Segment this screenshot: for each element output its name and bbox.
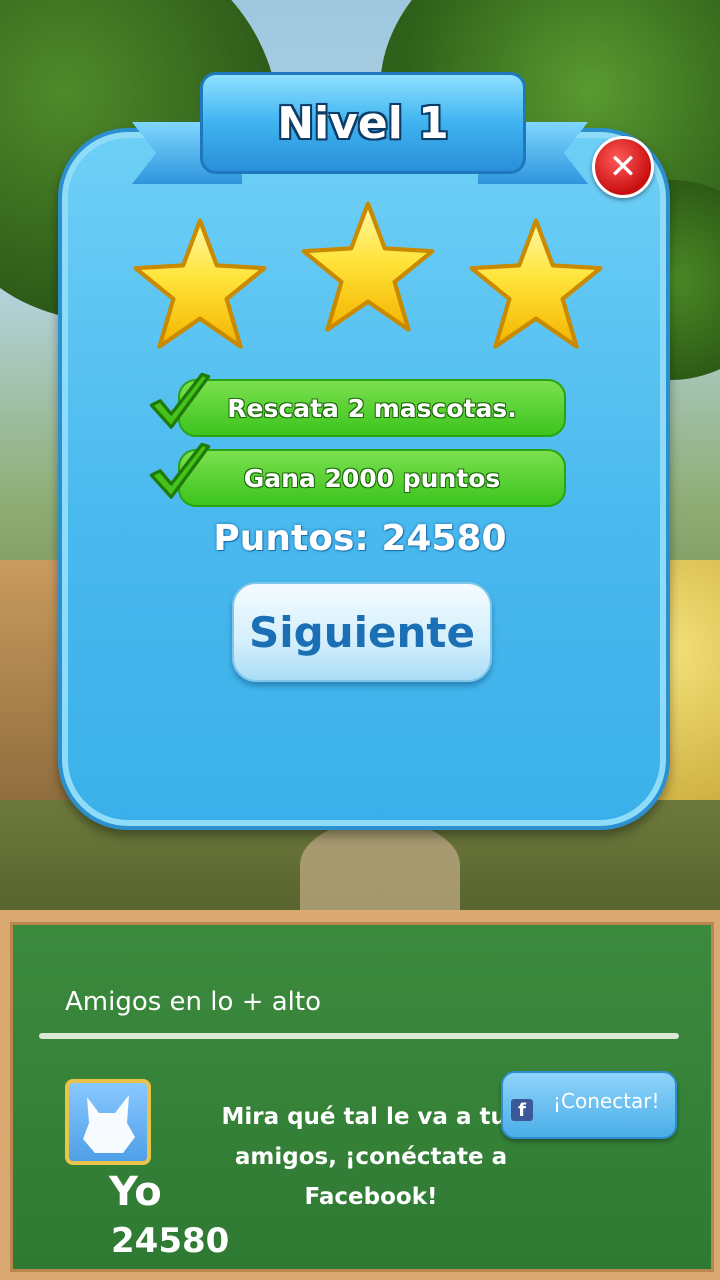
star-3-icon <box>469 218 603 349</box>
next-button-label: Siguiente <box>249 607 475 657</box>
star-2-icon <box>301 201 435 332</box>
facebook-invite-text: Mira qué tal le va a tus amigos, ¡conéct… <box>221 1104 521 1210</box>
facebook-connect-label: ¡Conectar! <box>553 1089 660 1113</box>
close-icon: ✕ <box>608 147 638 187</box>
chalkboard: Amigos en lo + alto Yo 24580 Mira qué ta… <box>10 922 714 1272</box>
checkmark-icon <box>149 372 211 429</box>
player-score: 24580 <box>111 1221 230 1261</box>
player-name: Yo <box>109 1169 162 1215</box>
goal-label-2: Gana 2000 puntos <box>243 463 501 493</box>
checkmark-icon <box>149 442 211 499</box>
goal-item-2: Gana 2000 puntos <box>178 449 566 507</box>
leaderboard-title: Amigos en lo + alto <box>65 987 322 1017</box>
facebook-connect-button[interactable]: f ¡Conectar! <box>501 1071 677 1139</box>
close-button[interactable]: ✕ <box>592 136 654 198</box>
player-avatar <box>65 1079 151 1165</box>
level-ribbon: Nivel 1 <box>200 72 526 174</box>
goal-item-1: Rescata 2 mascotas. <box>178 379 566 437</box>
star-1-icon <box>133 218 267 349</box>
chalk-divider <box>39 1033 679 1039</box>
next-button[interactable]: Siguiente <box>232 582 492 682</box>
score-text: Puntos: 24580 <box>213 518 507 559</box>
facebook-icon: f <box>511 1099 533 1121</box>
dog-avatar-icon <box>83 1095 135 1153</box>
leaderboard-panel: Amigos en lo + alto Yo 24580 Mira qué ta… <box>0 910 720 1280</box>
dirt-path <box>300 820 460 910</box>
goal-label-1: Rescata 2 mascotas. <box>227 393 517 423</box>
level-title: Nivel 1 <box>277 97 449 149</box>
